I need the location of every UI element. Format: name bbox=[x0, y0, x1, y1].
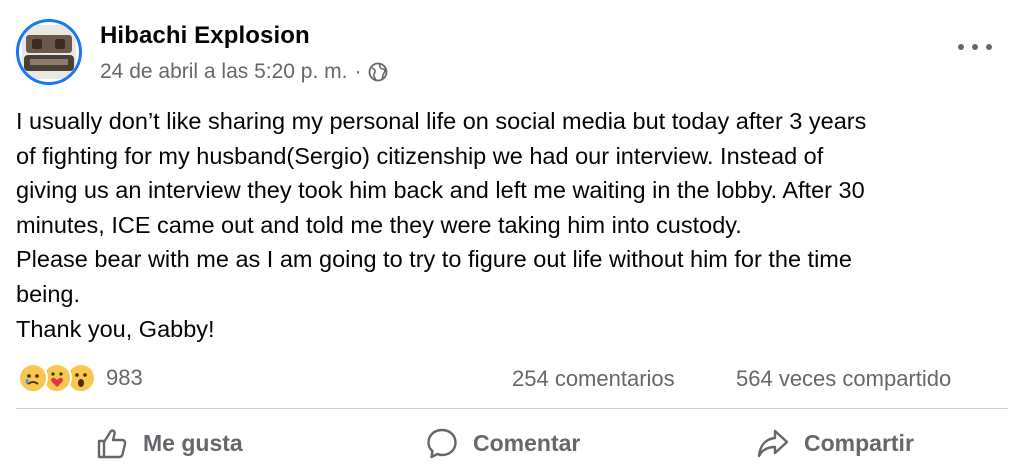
reactions-summary[interactable]: 983 bbox=[18, 362, 143, 394]
meta-separator: · bbox=[354, 60, 362, 83]
more-dot bbox=[972, 44, 978, 50]
reaction-count: 983 bbox=[106, 365, 143, 390]
comment-label: Comentar bbox=[473, 429, 581, 456]
comment-button[interactable]: Comentar bbox=[425, 420, 580, 466]
post-body-line: being. bbox=[16, 280, 81, 307]
facebook-post: Hibachi Explosion 24 de abril a las 5:20… bbox=[0, 0, 1024, 467]
globe-icon[interactable] bbox=[368, 62, 388, 82]
post-meta: 24 de abril a las 5:20 p. m. · bbox=[100, 60, 388, 84]
divider bbox=[16, 408, 1008, 409]
like-button[interactable]: Me gusta bbox=[95, 420, 243, 466]
avatar-photo bbox=[22, 25, 76, 79]
post-body-line: minutes, ICE came out and told me they w… bbox=[16, 211, 742, 238]
comments-count[interactable]: 254 comentarios bbox=[512, 366, 675, 392]
avatar[interactable] bbox=[16, 19, 82, 85]
more-dot bbox=[958, 44, 964, 50]
comment-bubble-icon bbox=[425, 426, 459, 460]
share-button[interactable]: Compartir bbox=[756, 420, 914, 466]
post-body: I usually don’t like sharing my personal… bbox=[16, 104, 1016, 346]
share-label: Compartir bbox=[804, 429, 914, 456]
post-body-line: of fighting for my husband(Sergio) citiz… bbox=[16, 142, 824, 169]
more-dot bbox=[986, 44, 992, 50]
sad-reaction-icon bbox=[18, 363, 48, 393]
post-body-line: I usually don’t like sharing my personal… bbox=[16, 108, 867, 134]
share-arrow-icon bbox=[756, 426, 790, 460]
post-timestamp[interactable]: 24 de abril a las 5:20 p. m. bbox=[100, 60, 347, 84]
like-label: Me gusta bbox=[143, 429, 243, 456]
shares-count[interactable]: 564 veces compartido bbox=[736, 366, 951, 392]
author-name[interactable]: Hibachi Explosion bbox=[100, 22, 310, 50]
post-body-line: Thank you, Gabby! bbox=[16, 315, 215, 342]
post-body-line: giving us an interview they took him bac… bbox=[16, 177, 865, 204]
thumbs-up-icon bbox=[95, 426, 129, 460]
more-options-icon[interactable] bbox=[958, 37, 992, 57]
post-body-line: Please bear with me as I am going to try… bbox=[16, 246, 852, 273]
